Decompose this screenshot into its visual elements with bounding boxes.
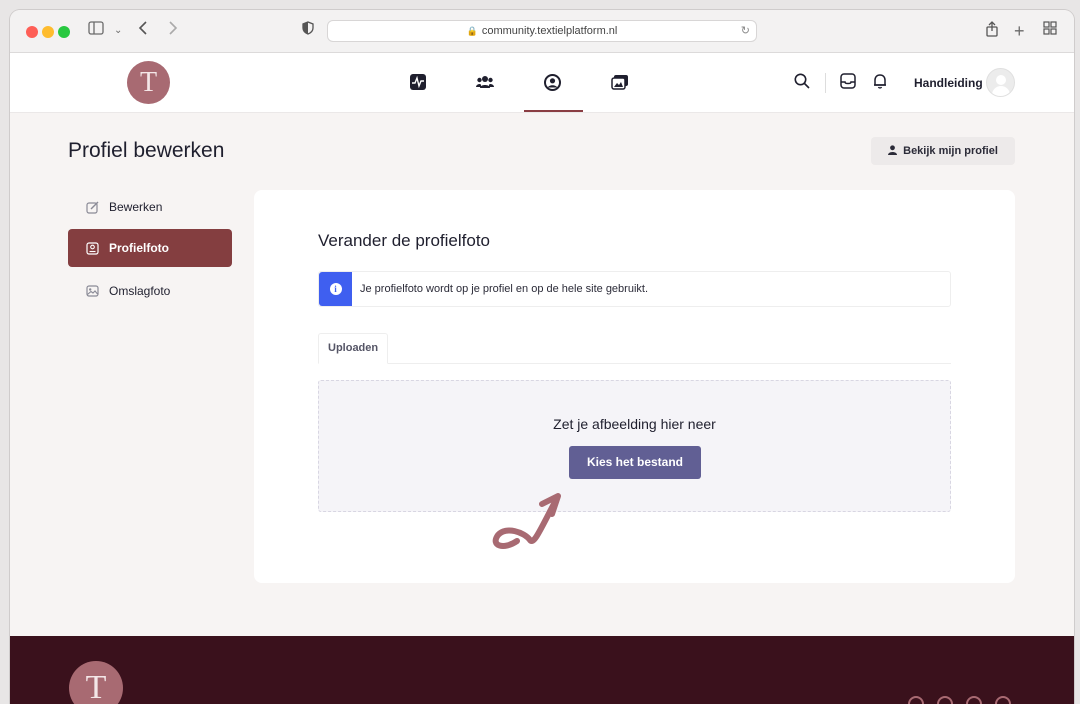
- privacy-shield-icon[interactable]: [302, 21, 314, 41]
- share-icon[interactable]: [985, 21, 999, 43]
- address-bar[interactable]: 🔒 community.textielplatform.nl ↻: [327, 20, 757, 42]
- info-notice: i Je profielfoto wordt op je profiel en …: [318, 271, 951, 307]
- profile-photo-panel: Verander de profielfoto i Je profielfoto…: [254, 190, 1015, 583]
- info-text: Je profielfoto wordt op je profiel en op…: [360, 283, 649, 295]
- tabs-divider: [318, 363, 951, 364]
- youtube-icon[interactable]: [995, 696, 1011, 704]
- sidebar-item-profielfoto[interactable]: Profielfoto: [68, 229, 232, 267]
- minimize-window-button[interactable]: [42, 26, 54, 38]
- sidebar-item-label: Bewerken: [109, 200, 163, 214]
- activity-icon[interactable]: [404, 70, 432, 94]
- view-profile-label: Bekijk mijn profiel: [903, 145, 998, 157]
- inbox-icon[interactable]: [840, 73, 856, 94]
- instagram-icon[interactable]: [937, 696, 953, 704]
- members-icon[interactable]: [471, 70, 499, 94]
- footer-logo[interactable]: T: [69, 661, 123, 704]
- back-icon[interactable]: [138, 21, 148, 41]
- dropzone-text: Zet je afbeelding hier neer: [553, 416, 716, 432]
- page-title: Profiel bewerken: [68, 139, 225, 162]
- reload-icon[interactable]: ↻: [741, 21, 750, 41]
- avatar[interactable]: [986, 68, 1015, 97]
- chevron-down-icon[interactable]: ⌄: [114, 21, 122, 41]
- manual-link[interactable]: Handleiding: [914, 76, 983, 90]
- facebook-icon[interactable]: [908, 696, 924, 704]
- site-logo[interactable]: T: [127, 61, 170, 104]
- header-divider: [825, 73, 826, 93]
- edit-icon: [86, 201, 99, 214]
- twitter-icon[interactable]: [966, 696, 982, 704]
- sidebar-item-bewerken[interactable]: Bewerken: [68, 188, 232, 226]
- photos-icon[interactable]: [606, 70, 634, 94]
- user-icon: [888, 144, 898, 158]
- view-profile-button[interactable]: Bekijk mijn profiel: [871, 137, 1015, 165]
- sidebar-toggle-icon[interactable]: [88, 21, 104, 41]
- footer-logo-letter: T: [85, 669, 107, 704]
- sidebar-item-label: Omslagfoto: [109, 284, 171, 298]
- close-window-button[interactable]: [26, 26, 38, 38]
- zoom-window-button[interactable]: [58, 26, 70, 38]
- info-icon-container: i: [319, 272, 352, 306]
- forward-icon[interactable]: [168, 21, 178, 41]
- bell-icon[interactable]: [872, 73, 888, 94]
- info-icon: i: [329, 283, 342, 295]
- site-header: T Handleiding: [10, 53, 1074, 113]
- new-tab-icon[interactable]: +: [1014, 21, 1025, 41]
- site-footer: T: [10, 636, 1074, 704]
- url-text: community.textielplatform.nl: [481, 25, 618, 37]
- image-icon: [86, 285, 99, 298]
- image-dropzone[interactable]: Zet je afbeelding hier neer Kies het bes…: [318, 380, 951, 512]
- tab-uploaden[interactable]: Uploaden: [318, 333, 389, 364]
- sidebar-item-label: Profielfoto: [109, 241, 169, 255]
- panel-title: Verander de profielfoto: [318, 231, 491, 250]
- browser-window: ⌄ 🔒 community.textielplatform.nl ↻ + T H…: [10, 10, 1074, 704]
- arrow-annotation-icon: [492, 493, 561, 549]
- profile-icon[interactable]: [538, 70, 566, 94]
- sidebar-item-omslagfoto[interactable]: Omslagfoto: [68, 272, 232, 310]
- browser-toolbar: ⌄ 🔒 community.textielplatform.nl ↻ +: [10, 10, 1074, 53]
- active-nav-indicator: [524, 110, 583, 112]
- lock-icon: 🔒: [466, 26, 478, 36]
- tab-overview-icon[interactable]: [1043, 21, 1057, 41]
- choose-file-button[interactable]: Kies het bestand: [569, 446, 701, 479]
- search-icon[interactable]: [794, 73, 810, 94]
- portrait-icon: [86, 241, 99, 255]
- logo-letter: T: [139, 67, 158, 98]
